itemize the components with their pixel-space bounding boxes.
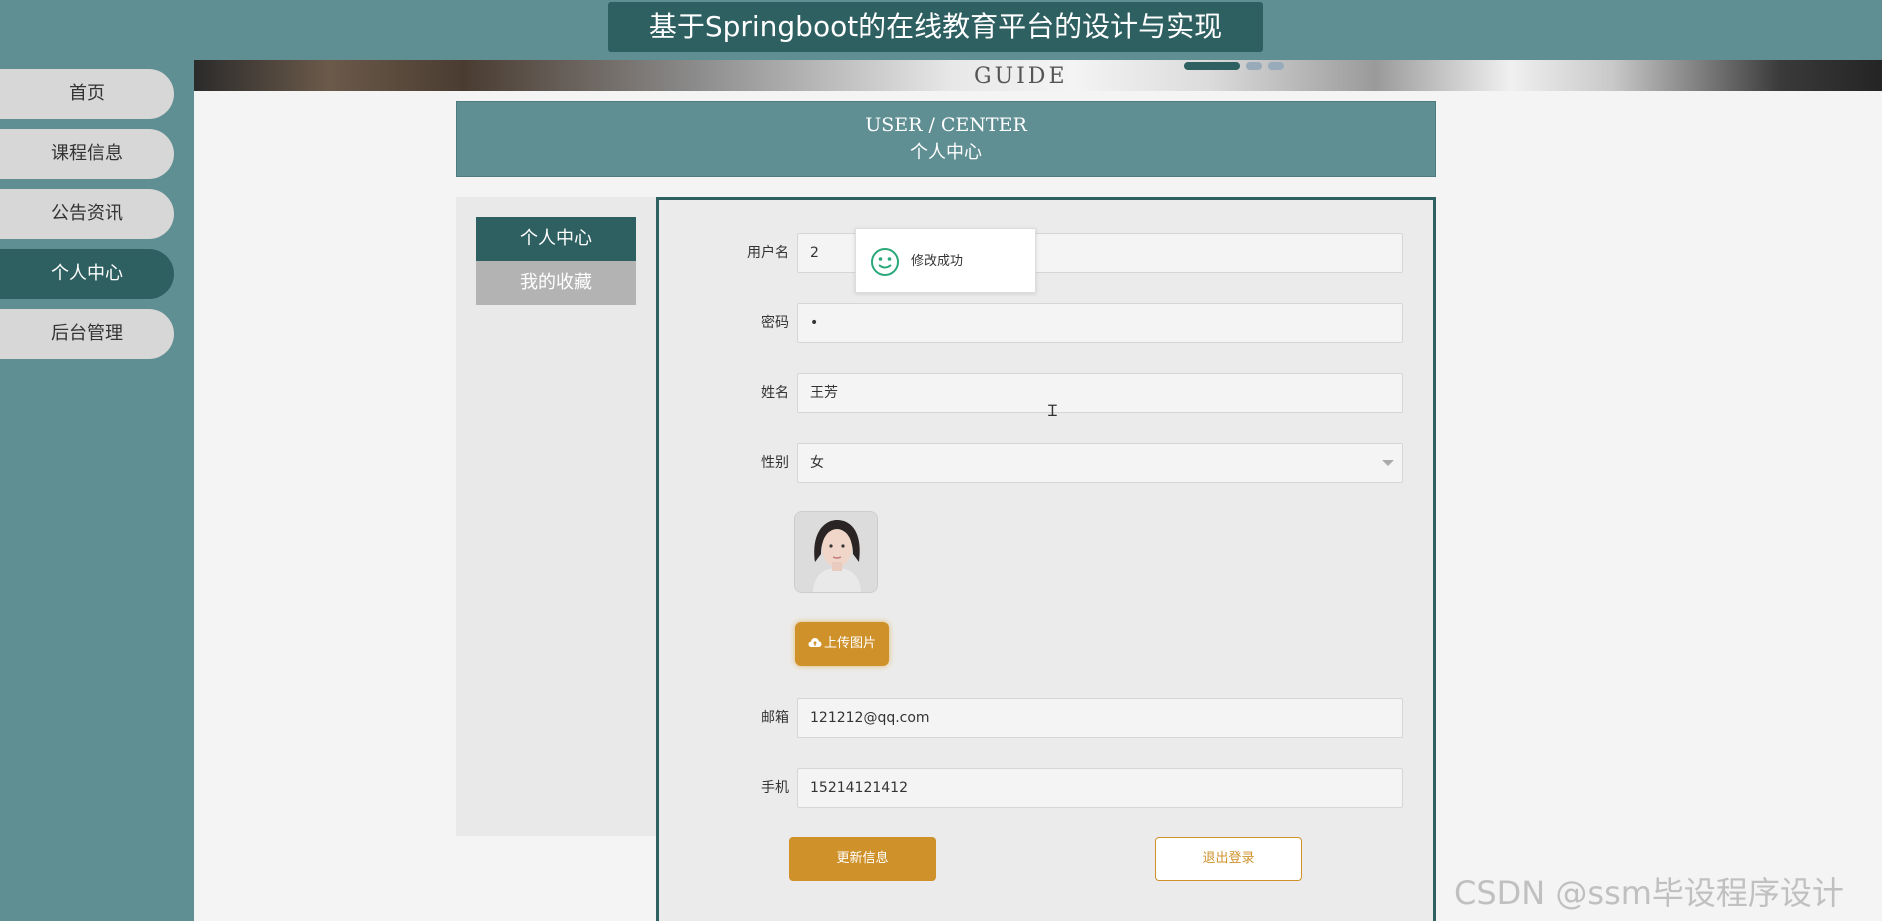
carousel-dot[interactable] — [1246, 62, 1262, 70]
gender-row: 性别 女 — [659, 443, 1439, 483]
carousel-dot[interactable] — [1268, 62, 1284, 70]
logout-button[interactable]: 退出登录 — [1155, 837, 1302, 881]
email-input[interactable]: 121212@qq.com — [797, 698, 1403, 738]
carousel-dots — [1184, 62, 1284, 70]
nav-item-announcements[interactable]: 公告资讯 — [0, 189, 174, 239]
carousel-dot[interactable] — [1184, 62, 1240, 70]
portrait-image — [795, 512, 877, 592]
page-header: USER / CENTER 个人中心 — [456, 101, 1436, 177]
banner-text: GUIDE — [974, 64, 1068, 89]
menu-item-user-center[interactable]: 个人中心 — [476, 217, 636, 261]
menu-item-favorites[interactable]: 我的收藏 — [476, 261, 636, 305]
phone-input[interactable]: 15214121412 — [797, 768, 1403, 808]
update-info-button[interactable]: 更新信息 — [789, 837, 936, 881]
watermark: CSDN @ssm毕设程序设计 — [1454, 874, 1844, 912]
sidebar: 首页 课程信息 公告资讯 个人中心 后台管理 — [0, 60, 194, 921]
user-center-menu: 个人中心 我的收藏 — [456, 197, 656, 836]
name-row: 姓名 王芳 Ɪ — [659, 373, 1439, 420]
nav-item-home[interactable]: 首页 — [0, 69, 174, 119]
username-row: 用户名 2 — [659, 233, 1439, 273]
avatar — [794, 511, 878, 593]
name-value: 王芳 — [810, 385, 838, 401]
email-row: 邮箱 121212@qq.com — [659, 698, 1439, 738]
username-label: 用户名 — [747, 245, 789, 261]
nav-item-user-center[interactable]: 个人中心 — [0, 249, 174, 299]
upload-image-label: 上传图片 — [823, 636, 876, 651]
smile-icon — [871, 248, 899, 276]
email-label: 邮箱 — [761, 710, 789, 726]
page-title-cn: 个人中心 — [910, 142, 982, 163]
profile-form: 用户名 2 密码 • 姓名 王芳 Ɪ 性别 女 邮箱 121212@qq.com… — [656, 197, 1436, 921]
toast-message: 修改成功 — [911, 254, 964, 269]
upload-image-button[interactable]: 上传图片 — [795, 622, 889, 666]
gender-value: 女 — [810, 455, 824, 471]
cloud-upload-icon — [808, 638, 822, 647]
success-toast: 修改成功 — [855, 228, 1036, 293]
nav-item-courses[interactable]: 课程信息 — [0, 129, 174, 179]
name-label: 姓名 — [761, 385, 789, 401]
page-title-en: USER / CENTER — [865, 114, 1027, 136]
banner-image: GUIDE — [194, 60, 1882, 91]
chevron-down-icon — [1382, 460, 1394, 466]
app-title: 基于Springboot的在线教育平台的设计与实现 — [608, 2, 1263, 52]
gender-select[interactable]: 女 — [797, 443, 1403, 483]
text-cursor-icon: Ɪ — [1048, 401, 1057, 420]
phone-label: 手机 — [761, 780, 789, 796]
nav-item-admin[interactable]: 后台管理 — [0, 309, 174, 359]
password-label: 密码 — [761, 315, 789, 331]
gender-label: 性别 — [761, 455, 789, 471]
password-row: 密码 • — [659, 303, 1439, 343]
password-input[interactable]: • — [797, 303, 1403, 343]
top-bar: 基于Springboot的在线教育平台的设计与实现 — [0, 0, 1882, 60]
phone-row: 手机 15214121412 — [659, 768, 1439, 808]
name-input[interactable]: 王芳 Ɪ — [797, 373, 1403, 420]
